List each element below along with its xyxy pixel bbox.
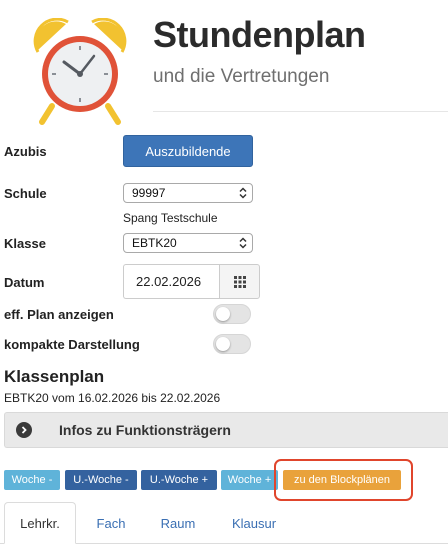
date-input[interactable]: 22.02.2026: [123, 264, 219, 299]
info-bar-label: Infos zu Funktionsträgern: [59, 422, 231, 438]
tab-raum[interactable]: Raum: [150, 502, 206, 544]
schule-select[interactable]: 99997: [123, 183, 253, 203]
woche-minus-button[interactable]: Woche -: [4, 470, 60, 490]
toggle-knob: [216, 307, 230, 321]
header-divider: [153, 111, 448, 112]
chevron-updown-icon: [234, 184, 252, 202]
toggle-knob: [216, 337, 230, 351]
date-range-text: EBTK20 vom 16.02.2026 bis 22.02.2026: [4, 391, 221, 405]
calendar-button[interactable]: [219, 264, 260, 299]
u-woche-plus-button[interactable]: U.-Woche +: [141, 470, 217, 490]
kompakt-label: kompakte Darstellung: [4, 337, 140, 352]
tab-lehrkr[interactable]: Lehrkr.: [4, 502, 76, 544]
eff-plan-label: eff. Plan anzeigen: [4, 307, 114, 322]
klasse-select[interactable]: EBTK20: [123, 233, 253, 253]
chevron-updown-icon: [234, 234, 252, 252]
calendar-grid-icon: [233, 275, 246, 288]
tab-klausur[interactable]: Klausur: [220, 502, 288, 544]
chevron-right-circle-icon: [16, 422, 32, 438]
school-name: Spang Testschule: [123, 211, 218, 225]
schule-label: Schule: [4, 186, 47, 201]
alarm-clock-icon: [30, 17, 130, 128]
datum-label: Datum: [4, 275, 45, 290]
u-woche-minus-button[interactable]: U.-Woche -: [65, 470, 137, 490]
azubis-label: Azubis: [4, 144, 47, 159]
highlight-box: [274, 459, 413, 501]
klassenplan-title: Klassenplan: [4, 367, 105, 386]
page-subtitle: und die Vertretungen: [153, 66, 330, 87]
woche-plus-button[interactable]: Woche +: [221, 470, 278, 490]
schule-select-value: 99997: [132, 186, 166, 200]
funktionstraeger-info-bar[interactable]: Infos zu Funktionsträgern: [4, 412, 448, 448]
date-picker: 22.02.2026: [123, 264, 260, 299]
tab-fach[interactable]: Fach: [84, 502, 138, 544]
klasse-select-value: EBTK20: [132, 236, 177, 250]
page-title: Stundenplan: [153, 14, 366, 55]
eff-plan-toggle[interactable]: [213, 304, 251, 324]
klasse-label: Klasse: [4, 236, 46, 251]
auszubildende-button[interactable]: Auszubildende: [123, 135, 253, 167]
kompakt-toggle[interactable]: [213, 334, 251, 354]
